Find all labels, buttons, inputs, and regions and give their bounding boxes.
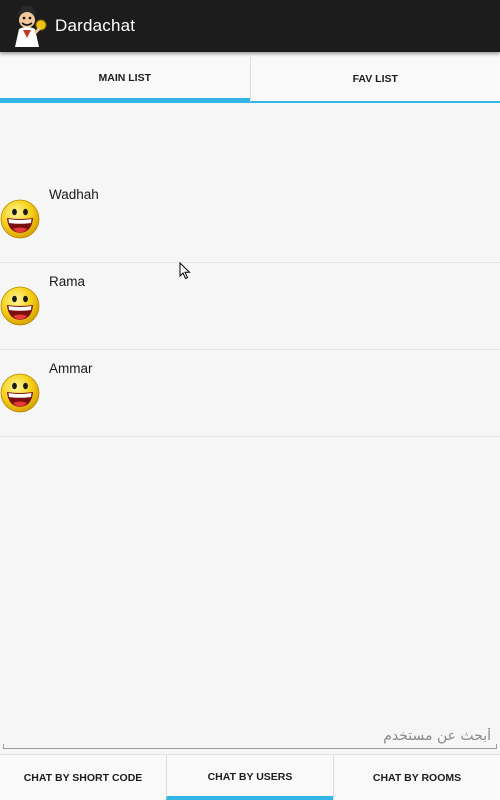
user-list: Wadhah Rama Ammar <box>0 176 500 437</box>
app-title: Dardachat <box>55 16 136 35</box>
user-name: Wadhah <box>49 187 99 202</box>
tab-main-list[interactable]: MAIN LIST <box>0 57 250 103</box>
user-name: Rama <box>49 274 86 289</box>
mouse-pointer-icon <box>179 262 191 280</box>
user-name: Ammar <box>49 361 93 376</box>
tab-chat-by-rooms[interactable]: CHAT BY ROOMS <box>333 755 500 800</box>
list-item-user[interactable]: Rama <box>0 263 500 350</box>
smiley-emoticon-icon <box>0 373 40 413</box>
tab-chat-by-users[interactable]: CHAT BY USERS <box>166 755 333 800</box>
cartoon-mascot-icon[interactable] <box>9 3 49 49</box>
search-user-input[interactable] <box>3 720 497 748</box>
bottom-tab-bar: CHAT BY SHORT CODE CHAT BY USERS CHAT BY… <box>0 754 500 800</box>
top-tab-bar: MAIN LIST FAV LIST <box>0 57 500 103</box>
list-item-user[interactable]: Ammar <box>0 350 500 437</box>
smiley-emoticon-icon <box>0 199 40 239</box>
tab-fav-list[interactable]: FAV LIST <box>249 57 500 103</box>
action-bar: Dardachat <box>0 0 500 52</box>
smiley-emoticon-icon <box>0 286 40 326</box>
search-field <box>3 720 497 749</box>
list-item-user[interactable]: Wadhah <box>0 176 500 263</box>
tab-chat-by-short-code[interactable]: CHAT BY SHORT CODE <box>0 755 166 800</box>
